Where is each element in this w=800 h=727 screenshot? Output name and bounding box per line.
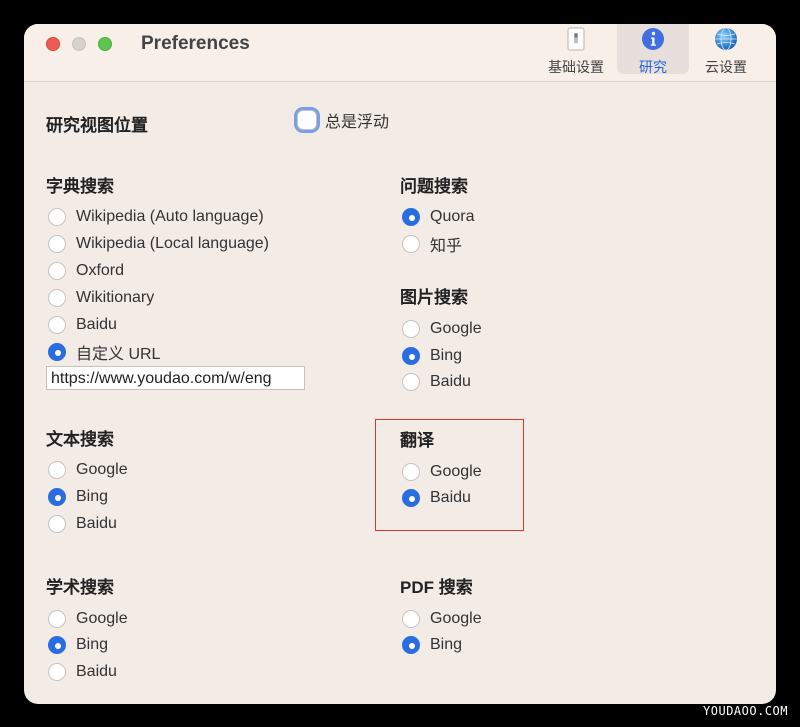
pdf-option-google[interactable]: Google	[402, 609, 482, 629]
text-option-bing[interactable]: Bing	[48, 487, 108, 507]
research-view-heading: 研究视图位置	[46, 116, 148, 135]
dictionary-search-heading: 字典搜索	[46, 177, 114, 196]
radio-button[interactable]	[48, 610, 66, 628]
tab-label: 基础设置	[548, 59, 604, 75]
radio-button[interactable]	[48, 461, 66, 479]
option-label: Bing	[430, 636, 463, 653]
translate-heading: 翻译	[400, 431, 434, 450]
radio-button[interactable]	[402, 347, 420, 365]
radio-button[interactable]	[48, 488, 66, 506]
dictionary-option-wikipedia-auto[interactable]: Wikipedia (Auto language)	[48, 207, 264, 227]
option-label: Quora	[430, 208, 475, 225]
dictionary-option-wikipedia-local[interactable]: Wikipedia (Local language)	[48, 234, 269, 254]
image-option-bing[interactable]: Bing	[402, 346, 462, 366]
always-float-checkbox[interactable]: 总是浮动	[297, 108, 389, 132]
option-label: Google	[76, 461, 128, 478]
academic-option-google[interactable]: Google	[48, 609, 128, 629]
question-option-quora[interactable]: Quora	[402, 207, 474, 227]
image-option-google[interactable]: Google	[402, 319, 482, 339]
academic-option-baidu[interactable]: Baidu	[48, 662, 117, 682]
academic-search-heading: 学术搜索	[46, 578, 114, 597]
option-label: 自定义 URL	[76, 346, 161, 363]
option-label: Wikitionary	[76, 289, 155, 306]
question-search-heading: 问题搜索	[400, 177, 468, 196]
title-bar: Preferences 基础设置 研究 云设置	[24, 24, 776, 82]
dictionary-option-oxford[interactable]: Oxford	[48, 261, 124, 281]
text-option-baidu[interactable]: Baidu	[48, 514, 117, 534]
tab-research[interactable]: 研究	[617, 24, 689, 75]
translate-option-baidu[interactable]: Baidu	[402, 488, 471, 508]
radio-button[interactable]	[48, 316, 66, 334]
zoom-button[interactable]	[98, 37, 112, 51]
checkbox-box[interactable]	[297, 110, 317, 130]
tab-cloud-settings[interactable]: 云设置	[690, 24, 762, 75]
radio-button[interactable]	[48, 262, 66, 280]
image-search-heading: 图片搜索	[400, 288, 468, 307]
radio-button[interactable]	[402, 208, 420, 226]
radio-button[interactable]	[48, 515, 66, 533]
radio-button[interactable]	[402, 235, 420, 253]
option-label: Wikipedia (Auto language)	[76, 208, 264, 225]
always-float-label: 总是浮动	[325, 114, 390, 131]
option-label: Wikipedia (Local language)	[76, 235, 269, 252]
option-label: Bing	[430, 347, 463, 364]
pdf-search-heading: PDF 搜索	[400, 578, 473, 597]
option-label: Google	[430, 463, 482, 480]
tab-label: 研究	[639, 59, 667, 75]
custom-url-input[interactable]: https://www.youdao.com/w/eng	[46, 366, 305, 390]
image-option-baidu[interactable]: Baidu	[402, 372, 471, 392]
option-label: Baidu	[430, 373, 471, 390]
option-label: Google	[430, 610, 482, 627]
option-label: Baidu	[76, 515, 117, 532]
radio-button[interactable]	[48, 235, 66, 253]
question-option-zhihu[interactable]: 知乎	[402, 234, 463, 255]
dictionary-option-custom-url[interactable]: 自定义 URL	[48, 342, 161, 363]
radio-button[interactable]	[48, 289, 66, 307]
radio-button[interactable]	[48, 663, 66, 681]
globe-icon	[715, 27, 737, 51]
close-button[interactable]	[46, 37, 60, 51]
option-label: Baidu	[76, 663, 117, 680]
dictionary-option-baidu[interactable]: Baidu	[48, 315, 117, 335]
option-label: Baidu	[76, 316, 117, 333]
text-search-heading: 文本搜索	[46, 430, 114, 449]
radio-button[interactable]	[48, 208, 66, 226]
radio-button[interactable]	[48, 636, 66, 654]
radio-button[interactable]	[402, 489, 420, 507]
option-label: Google	[430, 320, 482, 337]
radio-button[interactable]	[402, 320, 420, 338]
preferences-window: Preferences 基础设置 研究 云设置 研究视图位置 总是浮动 字典搜索…	[24, 24, 776, 704]
tab-label: 云设置	[705, 59, 747, 75]
translate-option-google[interactable]: Google	[402, 462, 482, 482]
option-label: Google	[76, 610, 128, 627]
research-pane: 研究视图位置 总是浮动 字典搜索 Wikipedia (Auto languag…	[24, 82, 776, 704]
option-label: Oxford	[76, 262, 125, 279]
text-option-google[interactable]: Google	[48, 460, 128, 480]
radio-button[interactable]	[402, 373, 420, 391]
radio-button[interactable]	[402, 463, 420, 481]
dictionary-option-wikitionary[interactable]: Wikitionary	[48, 288, 154, 308]
option-label: Bing	[76, 636, 109, 653]
option-label: Baidu	[430, 489, 471, 506]
site-watermark: YOUDAOO.COM	[703, 704, 788, 718]
option-label: 知乎	[430, 238, 463, 255]
radio-button[interactable]	[402, 636, 420, 654]
window-title: Preferences	[141, 33, 250, 54]
academic-option-bing[interactable]: Bing	[48, 635, 108, 655]
switch-icon	[567, 27, 585, 51]
minimize-button[interactable]	[72, 37, 86, 51]
radio-button[interactable]	[402, 610, 420, 628]
pdf-option-bing[interactable]: Bing	[402, 635, 462, 655]
option-label: Bing	[76, 488, 109, 505]
tab-basic-settings[interactable]: 基础设置	[540, 24, 612, 75]
radio-button[interactable]	[48, 343, 66, 361]
info-icon	[642, 28, 664, 50]
